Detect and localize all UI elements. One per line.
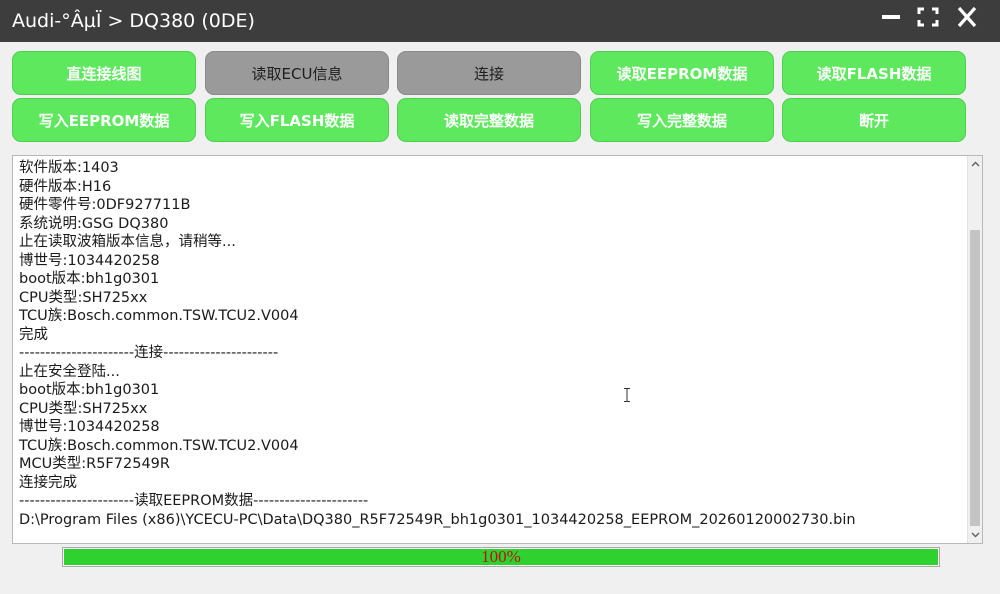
log-line: 完成 [19,326,48,343]
minimize-button[interactable] [876,5,906,29]
wiring-diagram-button[interactable]: 直连接线图 [12,51,196,95]
scroll-down-button[interactable] [968,527,983,543]
log-line: CPU类型:SH725xx [19,400,148,417]
log-line: CPU类型:SH725xx [19,289,148,306]
log-line: 软件版本:1403 [19,160,119,176]
log-line: ----------------------读取EEPROM数据--------… [19,493,369,509]
progress-label: 100% [481,547,521,566]
log-line: 止在安全登陆... [19,363,120,380]
read-full-data-button[interactable]: 读取完整数据 [397,98,581,142]
log-line: 博世号:1034420258 [19,419,160,435]
scroll-thumb[interactable] [970,230,980,526]
chevron-up-icon [971,161,980,167]
log-lines: 软件版本:1403 硬件版本:H16 硬件零件号:0DF927711B 系统说明… [19,159,967,529]
read-eeprom-button[interactable]: 读取EEPROM数据 [590,51,774,95]
log-line: ----------------------连接----------------… [19,345,279,361]
log-scrollbar[interactable] [967,156,982,543]
log-line: TCU族:Bosch.common.TSW.TCU2.V004 [19,308,299,324]
write-full-data-button[interactable]: 写入完整数据 [590,98,774,142]
connect-button[interactable]: 连接 [397,51,581,95]
close-icon [957,6,977,28]
title-bar: Audi-°ÂµÏ > DQ380 (0DE) [0,0,1000,42]
log-line: 博世号:1034420258 [19,252,160,269]
window-title: Audi-°ÂµÏ > DQ380 (0DE) [12,10,255,32]
text-cursor-icon [624,388,630,402]
log-line: 系统说明:GSG DQ380 [19,215,169,232]
progress-bar: 100% [62,547,940,567]
disconnect-button[interactable]: 断开 [782,98,966,142]
log-line: 止在读取波箱版本信息，请稍等... [19,234,236,250]
log-output[interactable]: 软件版本:1403 硬件版本:H16 硬件零件号:0DF927711B 系统说明… [12,155,983,544]
write-flash-button[interactable]: 写入FLASH数据 [205,98,389,142]
read-ecu-info-button[interactable]: 读取ECU信息 [205,51,389,95]
log-line: boot版本:bh1g0301 [19,271,160,287]
chevron-down-icon [971,532,980,538]
read-flash-button[interactable]: 读取FLASH数据 [782,51,966,95]
log-line: MCU类型:R5F72549R [19,456,170,472]
log-line: 连接完成 [19,474,77,491]
log-line: TCU族:Bosch.common.TSW.TCU2.V004 [19,437,299,454]
scroll-up-button[interactable] [968,156,983,172]
write-eeprom-button[interactable]: 写入EEPROM数据 [12,98,196,142]
log-line: boot版本:bh1g0301 [19,382,160,398]
maximize-button[interactable] [913,5,943,29]
close-button[interactable] [952,5,982,29]
maximize-icon [917,7,939,27]
log-line: D:\Program Files (x86)\YCECU-PC\Data\DQ3… [19,511,856,528]
log-line: 硬件零件号:0DF927711B [19,197,191,213]
log-line: 硬件版本:H16 [19,178,112,195]
minimize-icon [882,15,900,19]
